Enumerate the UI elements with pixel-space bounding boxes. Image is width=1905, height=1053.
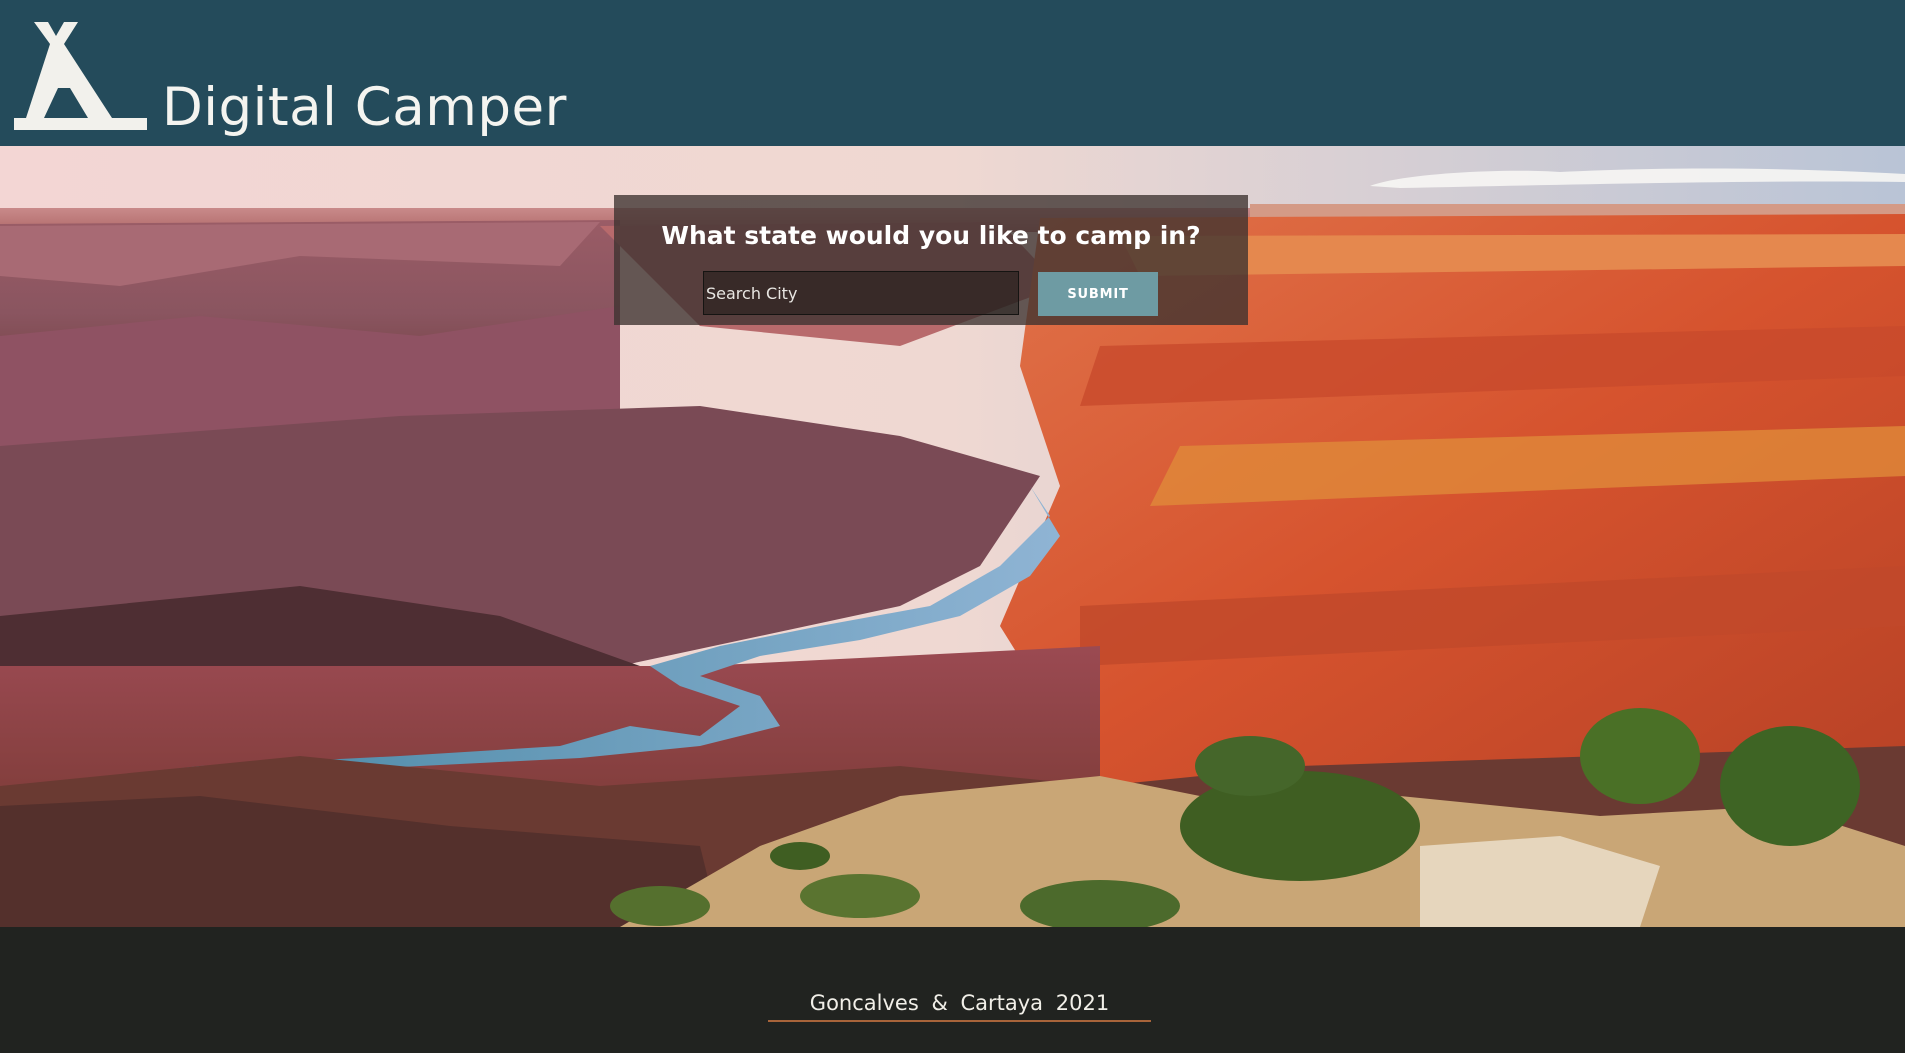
- tent-icon[interactable]: [14, 22, 147, 130]
- hero-banner: What state would you like to camp in? SU…: [0, 146, 1905, 927]
- site-title[interactable]: Digital Camper: [162, 76, 567, 140]
- search-city-input[interactable]: [703, 271, 1019, 315]
- search-panel: What state would you like to camp in? SU…: [614, 195, 1248, 325]
- site-footer: Goncalves & Cartaya 2021: [0, 927, 1905, 1053]
- site-header: Digital Camper: [0, 0, 1905, 146]
- footer-divider: [768, 1020, 1151, 1022]
- footer-credit: Goncalves & Cartaya 2021: [809, 991, 1110, 1015]
- search-heading: What state would you like to camp in?: [661, 221, 1201, 250]
- submit-button[interactable]: SUBMIT: [1038, 272, 1158, 316]
